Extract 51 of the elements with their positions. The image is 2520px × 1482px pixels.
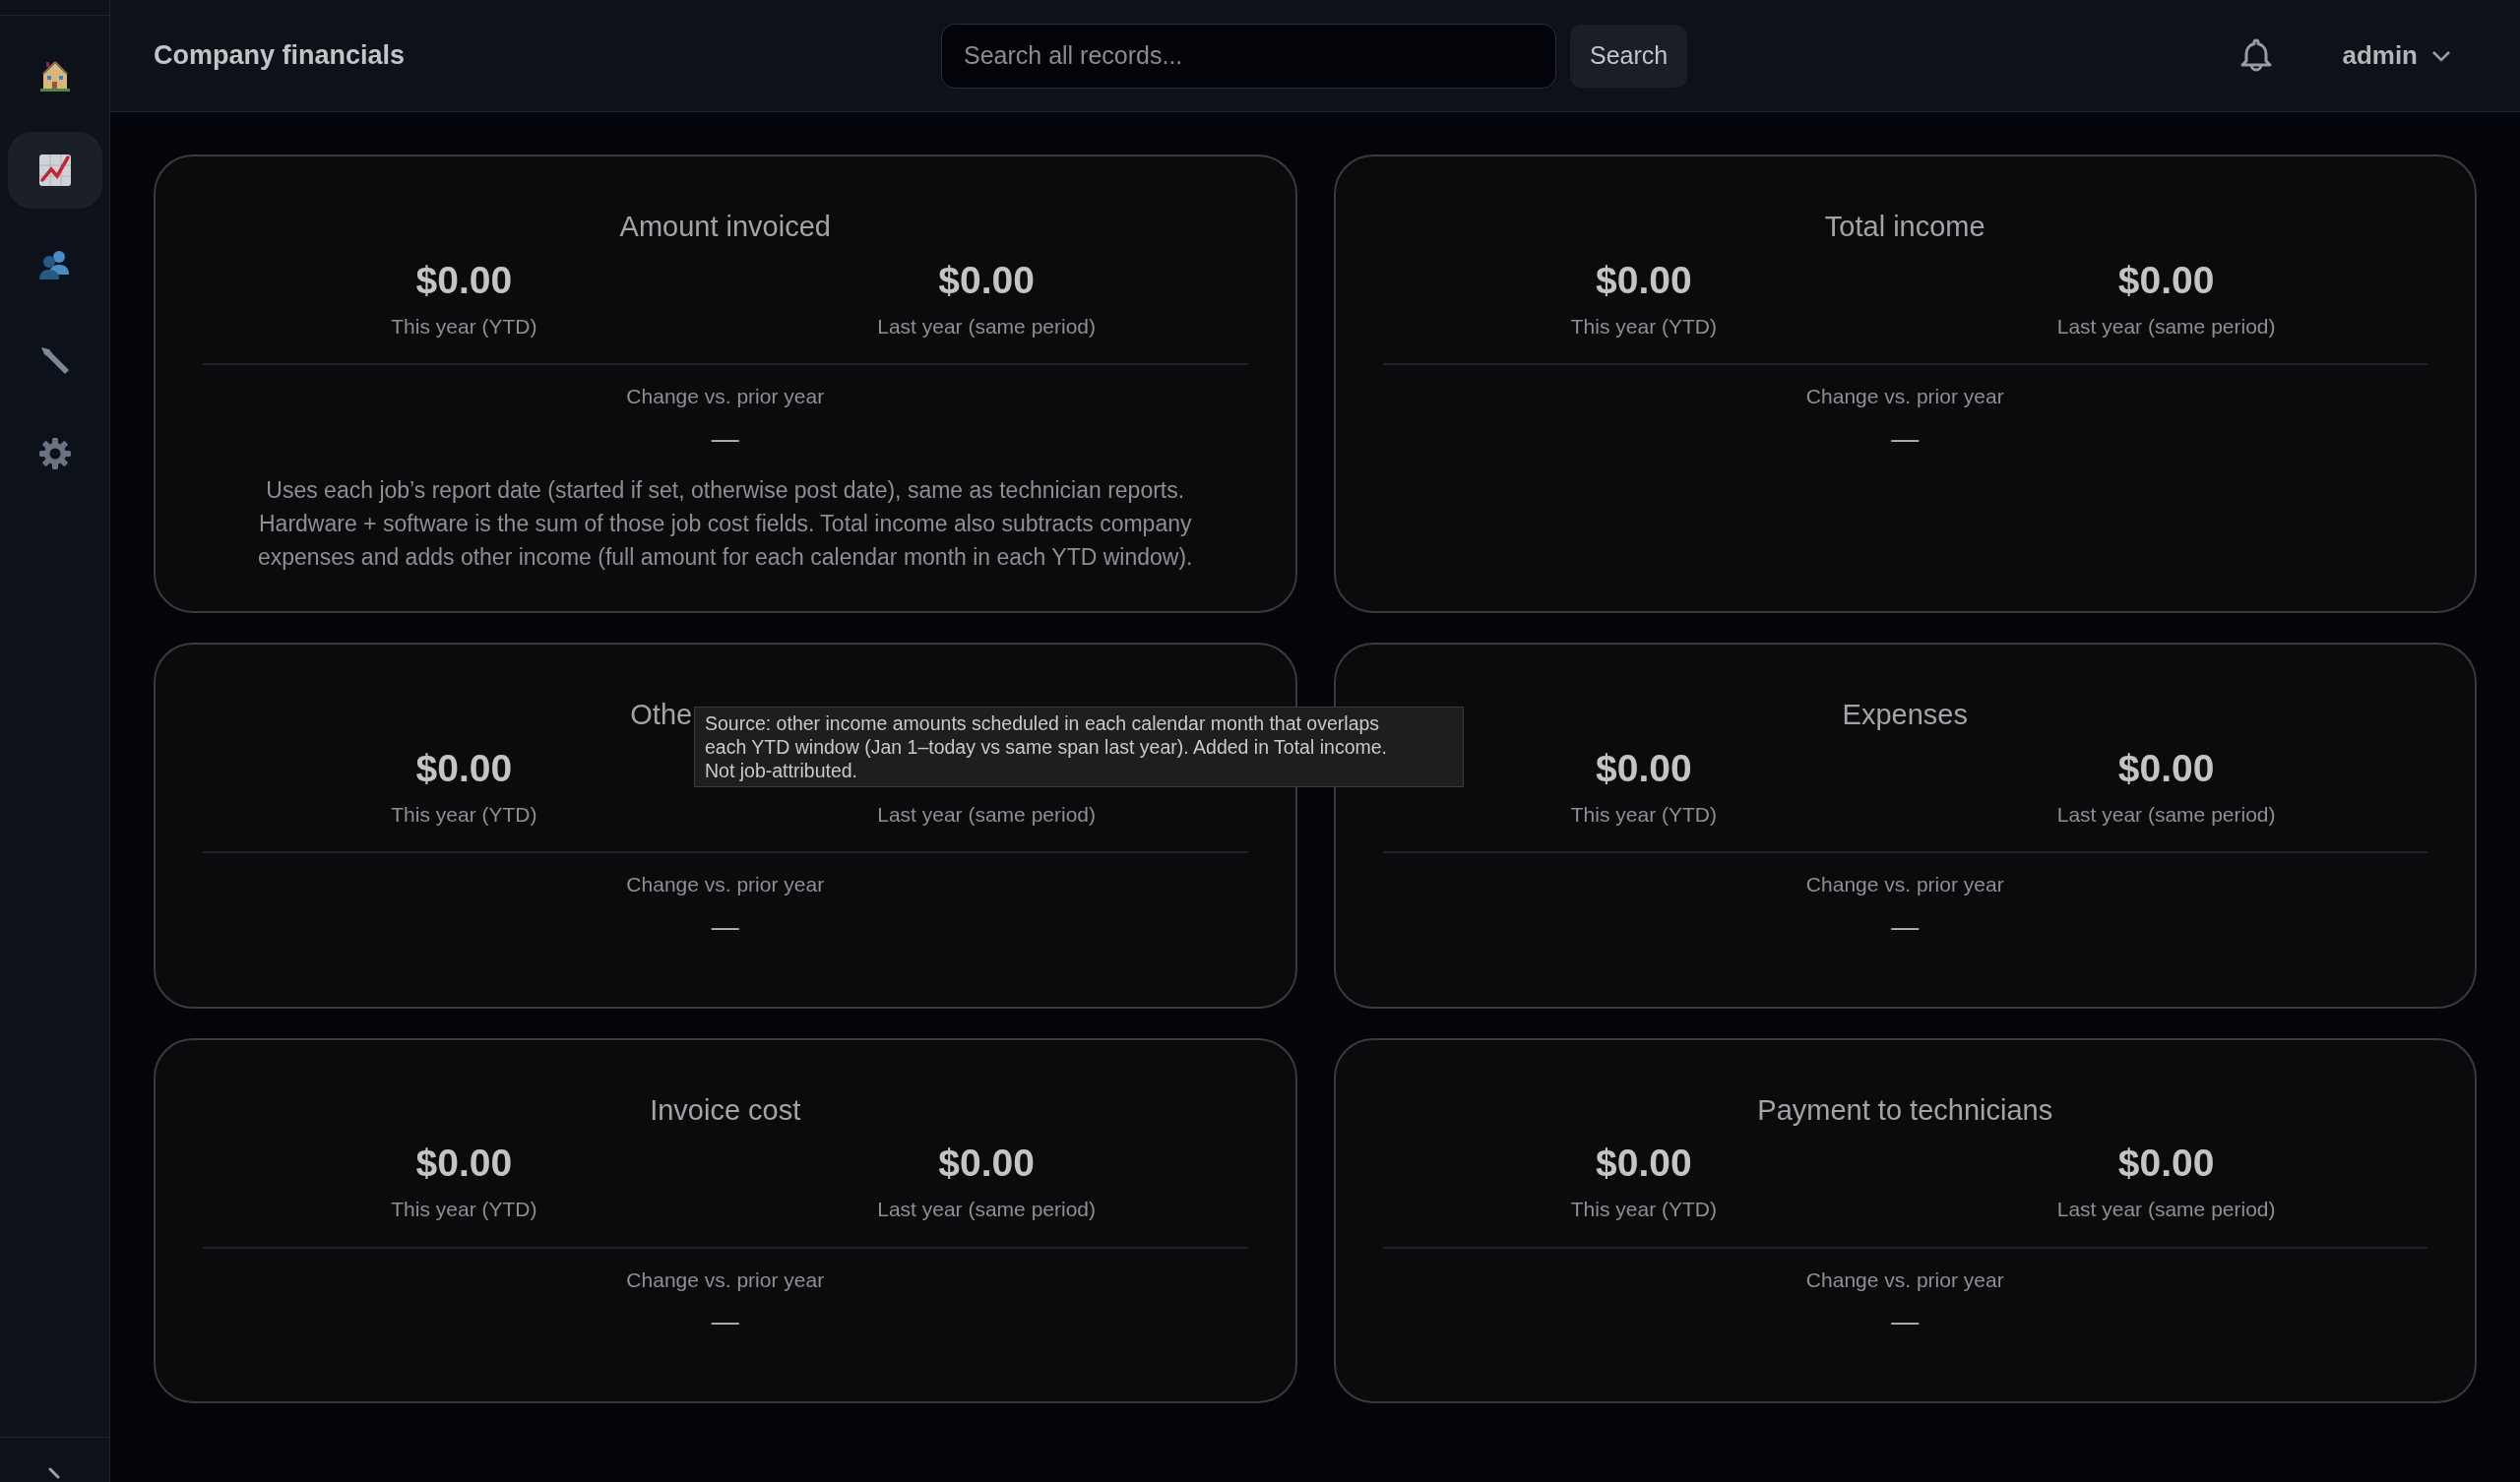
period-label: Last year (same period) (2056, 313, 2276, 340)
amount-value: $0.00 (415, 257, 513, 303)
amount-value: $0.00 (2117, 1141, 2215, 1187)
card-title: Amount invoiced (619, 210, 831, 244)
change-value: — (711, 421, 739, 456)
period-label: This year (YTD) (391, 313, 537, 340)
search-button[interactable]: Search (1570, 24, 1688, 88)
amount-value: $0.00 (938, 257, 1035, 303)
amount-value: $0.00 (1596, 257, 1692, 303)
settings-icon (36, 436, 73, 471)
period-label: Last year (same period) (877, 801, 1096, 828)
amount-value: $0.00 (1596, 745, 1692, 791)
period-label: This year (YTD) (1570, 1197, 1717, 1223)
line-chart-icon (36, 153, 73, 188)
amount-value: $0.00 (938, 1141, 1035, 1187)
change-value: — (1891, 1305, 1920, 1339)
period-label: This year (YTD) (1570, 801, 1717, 828)
card-title: Othe (630, 697, 693, 732)
tooltip: Source: other income amounts scheduled in each calendar month that overlaps each YTD window (Jan 1–today vs same span last year). Added in Total income. Not job-attributed. (694, 706, 1464, 787)
card-title: Payment to technicians (1757, 1092, 2053, 1128)
period-label: This year (YTD) (1570, 313, 1717, 340)
chevron-down-icon (2431, 49, 2451, 62)
change-label: Change vs. prior year (625, 1266, 826, 1293)
change-label: Change vs. prior year (1804, 872, 2005, 898)
amount-value: $0.00 (415, 745, 513, 791)
card-note: Uses each job’s report date (started if set, otherwise post date), same as technician reports. Hardware + software is the sum of those job cost fields. Total income also subtracts company expenses and adds other income (full amount for each calendar month in each YTD window). (257, 475, 1194, 572)
amount-value: $0.00 (2117, 257, 2215, 303)
change-value: — (711, 1305, 739, 1339)
card-title: Invoice cost (650, 1092, 801, 1128)
card-title: Total income (1824, 210, 1985, 244)
change-label: Change vs. prior year (1804, 1266, 2005, 1293)
period-label: This year (YTD) (391, 801, 537, 828)
change-value: — (1891, 421, 1920, 456)
amount-value: $0.00 (2117, 745, 2215, 791)
change-value: — (1891, 909, 1920, 944)
change-value: — (711, 909, 739, 944)
search-field[interactable]: Search all records... (941, 23, 1556, 89)
period-label: This year (YTD) (391, 1197, 537, 1223)
user-menu[interactable]: admin (2342, 36, 2451, 75)
period-label: Last year (same period) (877, 1197, 1096, 1223)
amount-value: $0.00 (415, 1141, 513, 1187)
sidebar-item[interactable] (7, 132, 102, 209)
page-title: Company financials (154, 39, 407, 73)
change-label: Change vs. prior year (625, 384, 826, 410)
period-label: Last year (same period) (2056, 1197, 2276, 1223)
change-label: Change vs. prior year (1804, 384, 2005, 410)
change-label: Change vs. prior year (625, 872, 826, 898)
amount-value: $0.00 (1596, 1141, 1692, 1187)
period-label: Last year (same period) (877, 313, 1096, 340)
period-label: Last year (same period) (2056, 801, 2276, 828)
card-title: Expenses (1842, 697, 1968, 732)
